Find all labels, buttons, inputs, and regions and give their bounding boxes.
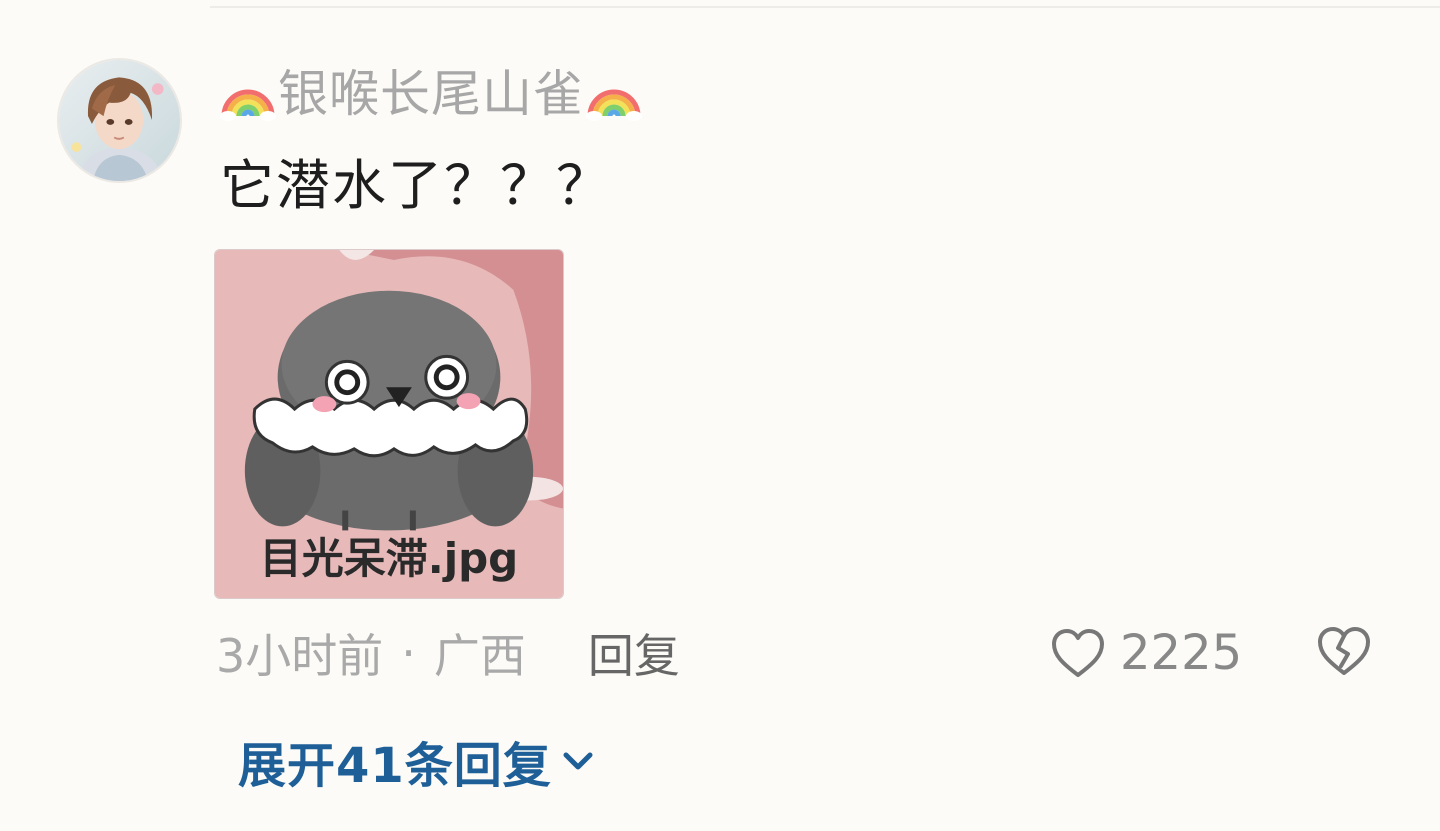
timestamp: 3小时前 <box>216 629 384 683</box>
divider <box>210 6 1440 8</box>
avatar[interactable] <box>57 58 182 183</box>
heart-outline-icon <box>1052 629 1104 677</box>
reply-button[interactable]: 回复 <box>588 620 680 686</box>
expand-replies-label[interactable]: 展开41条回复 <box>238 726 552 796</box>
expand-replies-button[interactable]: 展开41条回复 <box>238 730 596 794</box>
like-count: 2225 <box>1120 625 1243 681</box>
comment-meta: 3小时前 · 广西 回复 <box>216 622 680 684</box>
username[interactable]: 银喉长尾山雀 <box>276 64 586 124</box>
broken-heart-icon <box>1318 627 1370 675</box>
dislike-button[interactable] <box>1316 624 1372 678</box>
location: 广西 <box>433 629 526 683</box>
avatar-image <box>59 60 180 181</box>
like-button[interactable]: 2225 <box>1050 622 1242 684</box>
meta-separator: · <box>401 626 416 680</box>
rainbow-icon <box>220 89 276 121</box>
chevron-down-icon <box>563 752 593 770</box>
comment-text: 它潜水了？？？ <box>220 154 612 217</box>
sticker-image[interactable]: 目光呆滞.jpg <box>214 249 564 599</box>
sticker-caption: 目光呆滞.jpg <box>259 534 519 583</box>
username-row[interactable]: 银喉长尾山雀 <box>220 64 642 124</box>
rainbow-icon <box>586 89 642 121</box>
